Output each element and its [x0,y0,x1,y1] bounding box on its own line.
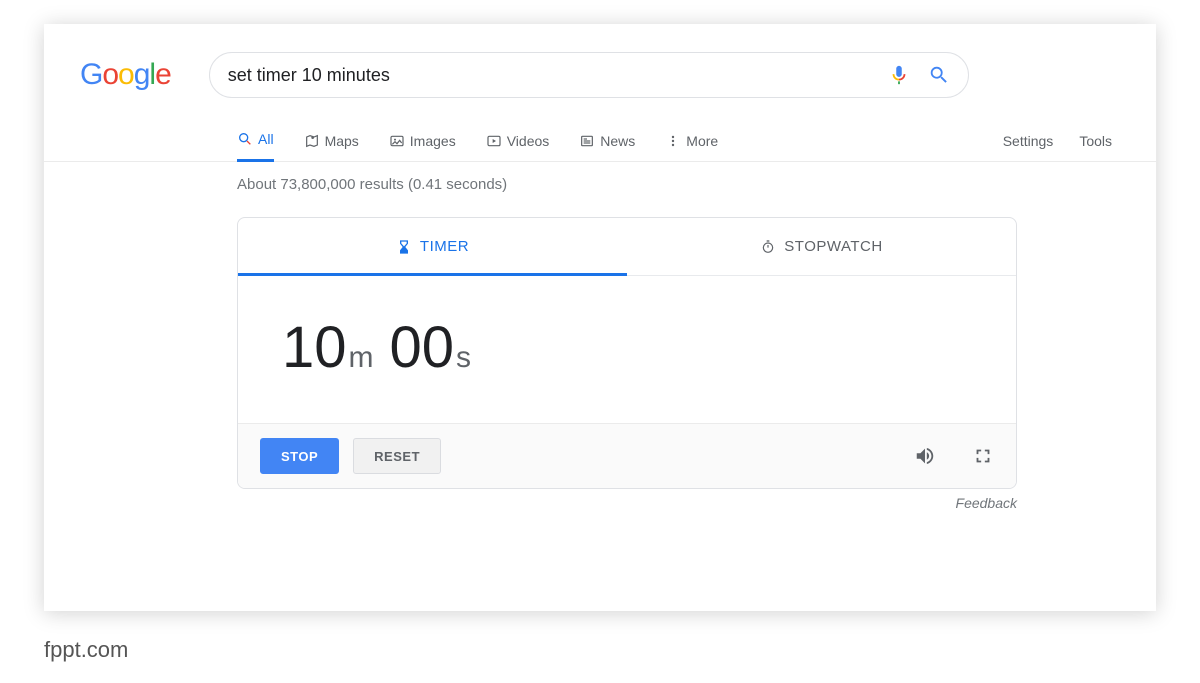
timer-minutes-unit: m [349,341,374,375]
fullscreen-icon[interactable] [972,445,994,467]
search-query-text: set timer 10 minutes [228,65,870,86]
volume-icon[interactable] [914,445,936,467]
tab-more[interactable]: More [665,120,718,162]
maps-icon [304,133,320,149]
images-icon [389,133,405,149]
header: Google set timer 10 minutes [44,24,1156,98]
google-logo[interactable]: Google [80,58,171,92]
tab-all[interactable]: All [237,120,274,162]
result-stats: About 73,800,000 results (0.41 seconds) [44,162,1156,193]
search-tabs: All Maps Images Videos News More [44,120,1156,162]
videos-icon [486,133,502,149]
settings-link[interactable]: Settings [1003,133,1054,149]
tab-maps[interactable]: Maps [304,120,359,162]
reset-button[interactable]: RESET [353,438,441,474]
widget-tab-timer[interactable]: TIMER [238,218,627,275]
caption-text: fppt.com [44,637,128,663]
widget-tab-stopwatch[interactable]: STOPWATCH [627,218,1016,275]
timer-seconds: 00 [390,314,455,381]
search-icon[interactable] [928,64,950,86]
more-vertical-icon [665,133,681,149]
tab-news[interactable]: News [579,120,635,162]
search-results-card: Google set timer 10 minutes All [44,24,1156,611]
tools-link[interactable]: Tools [1079,133,1112,149]
stop-button[interactable]: STOP [260,438,339,474]
feedback-link[interactable]: Feedback [237,495,1017,511]
voice-search-icon[interactable] [888,64,910,86]
timer-seconds-unit: s [456,341,471,375]
news-icon [579,133,595,149]
tab-images[interactable]: Images [389,120,456,162]
hourglass-icon [396,239,412,255]
timer-display[interactable]: 10 m 00 s [238,276,1016,424]
timer-footer: STOP RESET [238,424,1016,488]
timer-minutes: 10 [282,314,347,381]
tab-videos[interactable]: Videos [486,120,550,162]
search-small-icon [237,131,253,147]
search-input[interactable]: set timer 10 minutes [209,52,969,98]
timer-widget: TIMER STOPWATCH 10 m 00 s STOP RESET [237,217,1017,489]
stopwatch-icon [760,239,776,255]
